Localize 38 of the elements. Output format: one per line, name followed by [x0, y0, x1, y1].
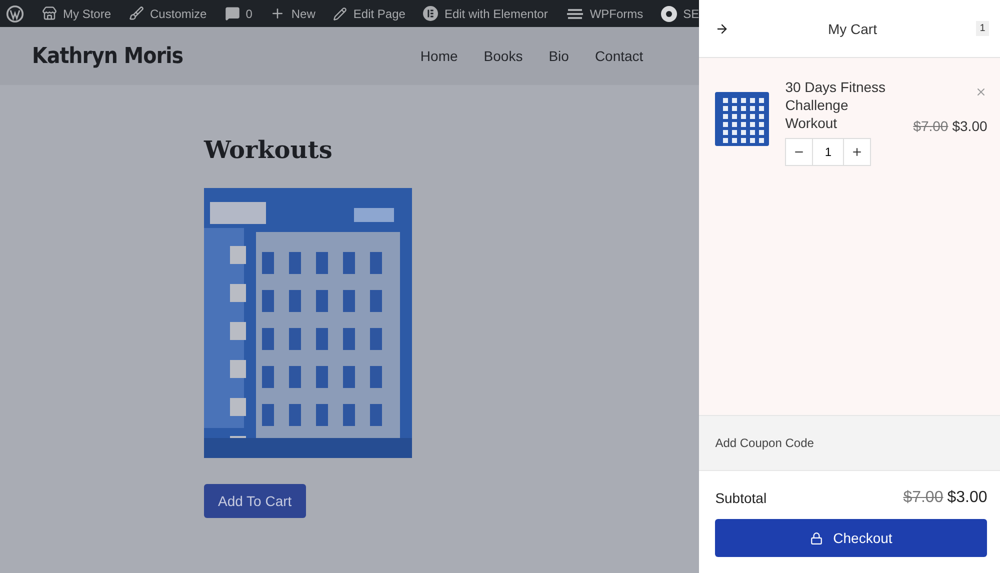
- nav-link[interactable]: Home: [420, 48, 458, 64]
- nav-link[interactable]: Books: [484, 48, 523, 64]
- product-thumbnail: [715, 92, 770, 146]
- quantity-stepper[interactable]: 1: [785, 138, 872, 166]
- admin-bar-link[interactable]: Customize: [129, 6, 207, 21]
- subtotal-value: $7.00 $3.00: [903, 489, 988, 507]
- plus-icon: [270, 6, 286, 21]
- comment-icon: [224, 6, 240, 21]
- admin-bar-link[interactable]: SE: [661, 6, 700, 22]
- nav-link[interactable]: Bio: [548, 48, 569, 64]
- wordpress-logo-icon[interactable]: [6, 4, 24, 22]
- store-icon: [42, 6, 57, 21]
- gear-badge-icon: [661, 6, 678, 22]
- admin-bar-link[interactable]: Edit with Elementor: [423, 6, 548, 21]
- admin-bar-link[interactable]: WPForms: [566, 6, 644, 20]
- stacked-lines-icon: [566, 8, 584, 20]
- admin-bar-link[interactable]: New: [270, 6, 316, 21]
- site-title[interactable]: Kathryn Moris: [32, 44, 184, 68]
- plus-icon: [851, 146, 864, 158]
- cart-count: 1: [976, 21, 990, 36]
- admin-bar-link[interactable]: Edit Page: [333, 6, 406, 20]
- cart-title: My Cart: [828, 20, 877, 36]
- admin-bar-link[interactable]: My Store: [42, 6, 112, 21]
- close-icon[interactable]: [975, 86, 988, 98]
- page-heading: Workouts: [204, 135, 332, 164]
- elementor-icon: [423, 6, 438, 21]
- add-to-cart-button[interactable]: Add To Cart: [204, 484, 306, 518]
- checkout-button[interactable]: Checkout: [715, 519, 988, 557]
- lock-icon: [810, 532, 824, 544]
- product-name[interactable]: 30 Days Fitness Challenge Workout: [785, 78, 898, 132]
- pencil-icon: [333, 6, 348, 20]
- item-price: $7.00 $3.00: [913, 118, 988, 134]
- admin-bar-link[interactable]: 0: [224, 6, 252, 21]
- subtotal-label: Subtotal: [715, 490, 767, 506]
- coupon-link[interactable]: Add Coupon Code: [699, 416, 1000, 471]
- quantity-field[interactable]: 1: [812, 139, 844, 165]
- brush-icon: [129, 6, 144, 21]
- nav-link[interactable]: Contact: [594, 48, 644, 64]
